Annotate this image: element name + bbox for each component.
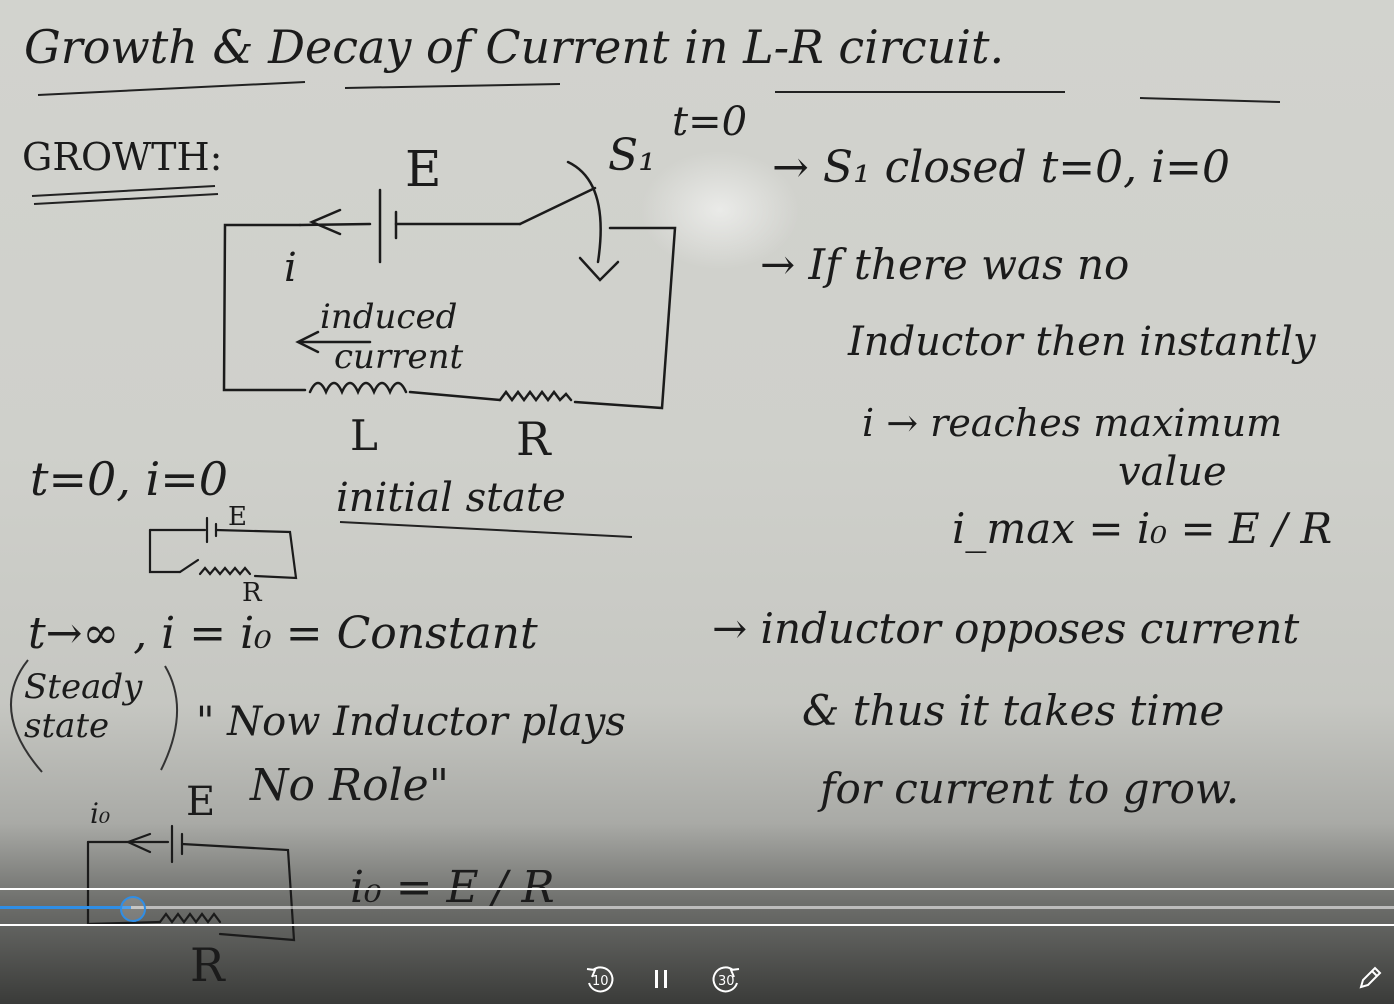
seek-bar-progress (0, 906, 131, 909)
steady-current-label: i₀ (90, 797, 111, 830)
player-controls: 10 30 (0, 880, 1394, 1004)
seek-bar-border-top (0, 888, 1394, 890)
seek-thumb[interactable] (120, 896, 146, 922)
rewind-button[interactable]: 10 (580, 960, 620, 1000)
small-circuit-steady (86, 824, 296, 942)
forward-button[interactable]: 30 (706, 960, 746, 1000)
pause-icon (655, 970, 667, 988)
seek-bar-border-bottom (0, 924, 1394, 926)
pause-button[interactable] (648, 964, 676, 994)
annotate-button[interactable] (1352, 960, 1388, 996)
steady-emf-label: E (186, 779, 216, 825)
seek-bar[interactable] (0, 906, 1394, 909)
pencil-icon (1359, 966, 1382, 989)
rewind-seconds: 10 (592, 974, 609, 989)
video-frame[interactable]: Growth & Decay of Current in L-R circuit… (0, 0, 1394, 1004)
forward-seconds: 30 (718, 974, 735, 989)
